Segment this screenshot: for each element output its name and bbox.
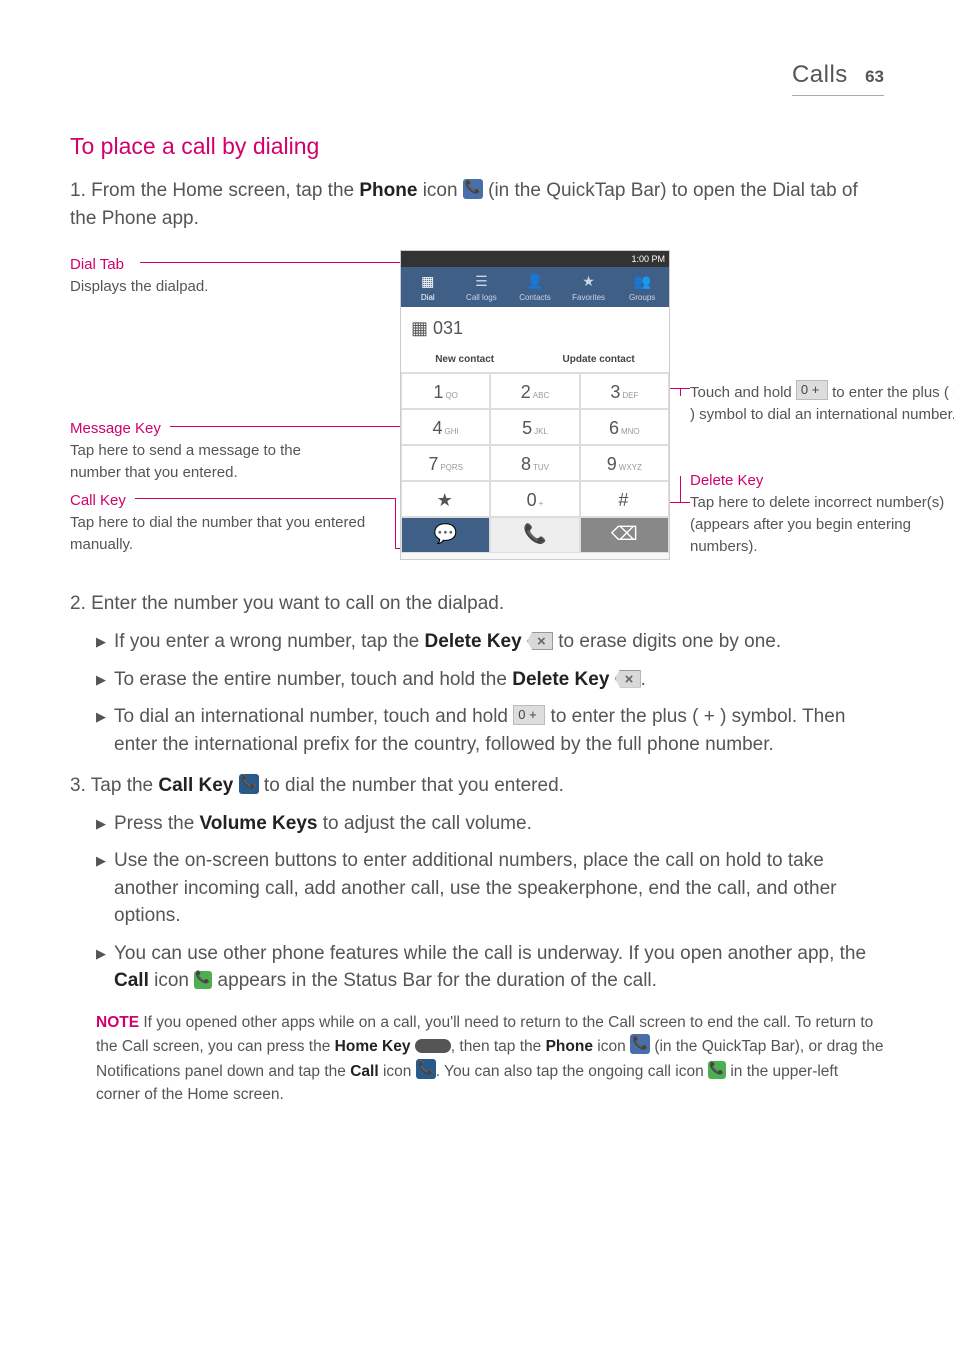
key-1[interactable]: 1QO [401,373,490,409]
note-label: NOTE [96,1014,139,1031]
message-button[interactable]: 💬 [401,517,490,553]
callout-body: Tap here to delete incorrect number(s) (… [690,492,954,557]
bullet-text: If you enter a wrong number, tap the Del… [114,628,781,656]
status-bar: 1:00 PM [401,251,669,267]
phone-icon [630,1034,650,1054]
bullet-text: Press the Volume Keys to adjust the call… [114,810,532,838]
phone-label: Phone [359,180,417,201]
home-key-icon [415,1039,451,1053]
dialer-screenshot: 1:00 PM ▦Dial ☰Call logs 👤Contacts ★Favo… [400,250,670,560]
bullet-icon: ▶ [96,671,106,694]
callout-body: Displays the dialpad. [70,276,330,298]
ongoing-call-icon [708,1061,726,1079]
callout-delete-key: Delete Key Tap here to delete incorrect … [690,470,954,557]
note: NOTE If you opened other apps while on a… [96,1011,884,1106]
key-0[interactable]: 0+ [490,481,579,517]
call-button[interactable]: 📞 [490,517,579,553]
callout-call-key: Call Key Tap here to dial the number tha… [70,490,370,555]
callout-body: Tap here to dial the number that you ent… [70,512,370,556]
callout-body: Tap here to send a message to the number… [70,440,350,484]
call-icon [416,1059,436,1079]
tab-contacts[interactable]: 👤Contacts [508,267,562,307]
page-number: 63 [865,67,884,86]
tab-call-logs[interactable]: ☰Call logs [455,267,509,307]
callout-body: Touch and hold [690,384,796,401]
key-star[interactable]: ★ [401,481,490,517]
call-key-icon [239,774,259,794]
delete-key-icon [615,670,641,688]
callout-zero-hold: Touch and hold to enter the plus ( + ) s… [690,380,954,426]
step1-text-b: icon [417,180,462,201]
new-contact-button[interactable]: New contact [435,353,494,368]
update-contact-button[interactable]: Update contact [563,353,635,368]
key-4[interactable]: 4GHI [401,409,490,445]
key-8[interactable]: 8TUV [490,445,579,481]
phone-icon [463,179,483,199]
step-3: 3. Tap the Call Key to dial the number t… [70,772,884,800]
bullet-icon: ▶ [96,945,106,995]
tab-favorites[interactable]: ★Favorites [562,267,616,307]
bullet-text: Use the on-screen buttons to enter addit… [114,847,884,930]
key-2[interactable]: 2ABC [490,373,579,409]
key-9[interactable]: 9WXYZ [580,445,669,481]
section-title: Calls [792,61,848,88]
tab-row: ▦Dial ☰Call logs 👤Contacts ★Favorites 👥G… [401,267,669,307]
key-5[interactable]: 5JKL [490,409,579,445]
number-display: ▦ 031 [401,307,669,349]
bullet-text: To dial an international number, touch a… [114,703,884,758]
zero-key-icon [796,380,828,400]
callout-title: Delete Key [690,470,954,492]
delete-key-icon [527,632,553,650]
key-hash[interactable]: # [580,481,669,517]
bullet-text: To erase the entire number, touch and ho… [114,666,646,694]
call-status-icon [194,971,212,989]
tab-dial[interactable]: ▦Dial [401,267,455,307]
subheading: To place a call by dialing [70,130,884,163]
dialpad: 1QO 2ABC 3DEF 4GHI 5JKL 6MNO 7PQRS 8TUV … [401,373,669,517]
page-header: Calls 63 [792,58,884,96]
bullet-icon: ▶ [96,815,106,838]
tab-groups[interactable]: 👥Groups [615,267,669,307]
delete-button[interactable]: ⌫ [580,517,669,553]
callout-message-key: Message Key Tap here to send a message t… [70,418,350,483]
diagram: Dial Tab Displays the dialpad. Message K… [70,250,884,570]
zero-key-icon [513,705,545,725]
callout-title: Message Key [70,418,350,440]
key-7[interactable]: 7PQRS [401,445,490,481]
step-2: 2. Enter the number you want to call on … [70,590,884,618]
bullet-icon: ▶ [96,852,106,930]
callout-title: Call Key [70,490,370,512]
step-1: 1. From the Home screen, tap the Phone i… [70,177,884,232]
bullet-text: You can use other phone features while t… [114,940,884,995]
step1-text-a: 1. From the Home screen, tap the [70,180,359,201]
callout-title: Dial Tab [70,254,330,276]
bullet-icon: ▶ [96,708,106,758]
callout-dial-tab: Dial Tab Displays the dialpad. [70,254,330,298]
key-6[interactable]: 6MNO [580,409,669,445]
bullet-icon: ▶ [96,633,106,656]
key-3[interactable]: 3DEF [580,373,669,409]
